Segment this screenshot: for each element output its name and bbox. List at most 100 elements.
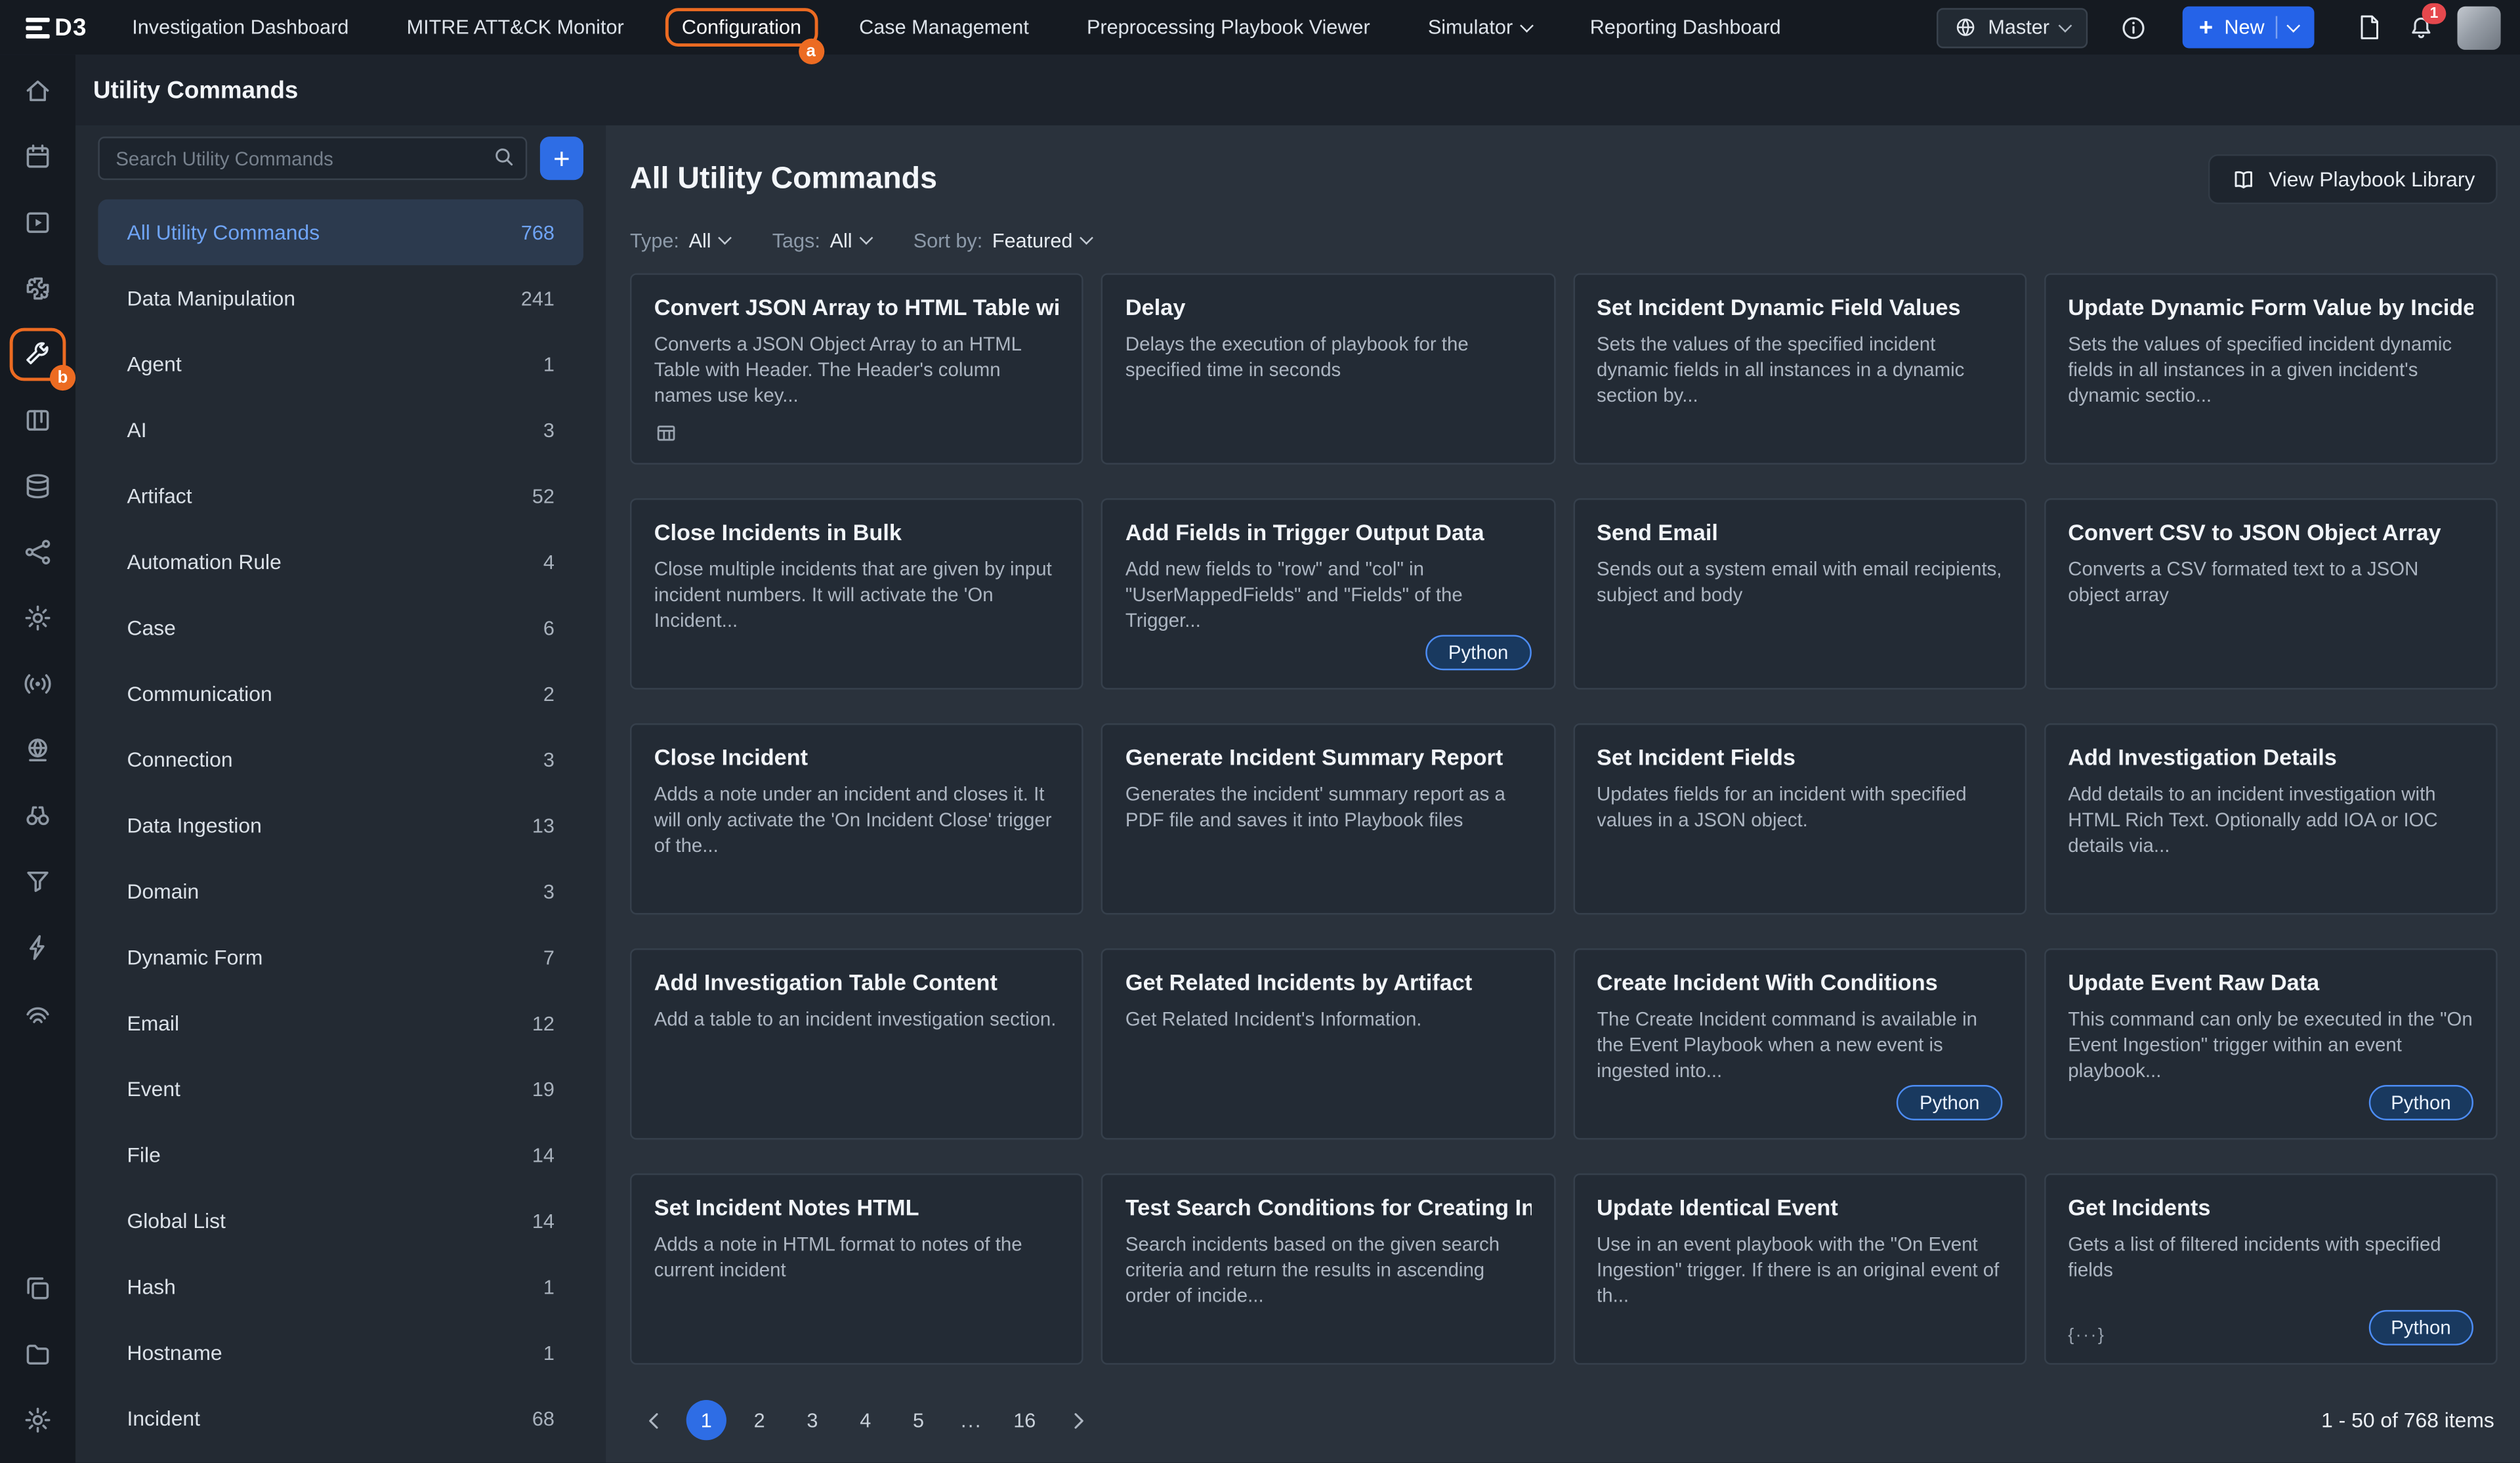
rail-item[interactable] [0,914,75,980]
content-column: Utility Commands + [75,54,2520,1462]
command-card[interactable]: Test Search Conditions for Creating Inci… [1101,1174,1555,1365]
d3-logo[interactable]: D3 [26,14,87,41]
sidebar-category[interactable]: Hostname 1 [98,1320,583,1386]
command-description: Gets a list of filtered incidents with s… [2068,1233,2473,1284]
prev-page-button[interactable] [633,1400,673,1440]
command-card[interactable]: Close Incident Adds a note under an inci… [630,723,1083,914]
sidebar-category[interactable]: AI 3 [98,397,583,463]
sidebar-category[interactable]: Artifact 52 [98,463,583,528]
sidebar-category[interactable]: File 14 [98,1122,583,1187]
rail-item[interactable] [0,651,75,717]
sidebar-category[interactable]: All Utility Commands 768 [98,200,583,265]
sidebar-category[interactable]: Dynamic Form 7 [98,924,583,990]
language-badge: Python [1897,1085,2002,1120]
rail-item[interactable] [0,717,75,782]
command-card[interactable]: Send Email Sends out a system email with… [1572,498,2026,689]
rail-item[interactable] [0,124,75,190]
nav-item[interactable]: Configuration a [653,0,830,54]
command-title: Close Incidents in Bulk [654,519,1060,545]
rail-item[interactable] [0,981,75,1046]
command-card[interactable]: Close Incidents in Bulk Close multiple i… [630,498,1083,689]
rail-item[interactable] [0,1321,75,1387]
avatar[interactable] [2457,6,2500,49]
rail-item[interactable] [0,58,75,123]
command-card[interactable]: Get Incidents Gets a list of filtered in… [2044,1174,2497,1365]
command-card[interactable]: Add Investigation Details Add details to… [2044,723,2497,914]
sidebar-category[interactable]: Connection 3 [98,727,583,792]
sidebar-category[interactable]: Event 19 [98,1056,583,1122]
command-card[interactable]: Update Dynamic Form Value by Incident...… [2044,273,2497,464]
rail-item[interactable] [0,585,75,650]
category-count: 68 [532,1407,555,1430]
add-command-button[interactable]: + [540,137,583,180]
copy-icon [22,1273,53,1304]
nav-item-label: Reporting Dashboard [1590,16,1781,38]
view-playbook-library-button[interactable]: View Playbook Library [2208,154,2498,204]
page-button[interactable]: 5 [898,1400,938,1440]
nav-item[interactable]: Case Management [830,0,1058,54]
command-card[interactable]: Set Incident Dynamic Field Values Sets t… [1572,273,2026,464]
sidebar-category[interactable]: Domain 3 [98,859,583,924]
rail-item[interactable] [0,255,75,321]
rail-item[interactable] [0,190,75,255]
sidebar-category[interactable]: Case 6 [98,595,583,660]
card-footer: Python [1597,1085,2002,1120]
rail-item[interactable] [0,519,75,585]
command-card[interactable]: Add Fields in Trigger Output Data Add ne… [1101,498,1555,689]
category-label: Hash [127,1275,175,1299]
nav-item[interactable]: Simulator [1399,0,1561,54]
nav-item[interactable]: MITRE ATT&CK Monitor [378,0,653,54]
nav-item[interactable]: Reporting Dashboard [1561,0,1810,54]
nav-item[interactable]: Investigation Dashboard [103,0,377,54]
sidebar-category[interactable]: Automation Rule 4 [98,529,583,595]
tags-filter[interactable]: Tags: All [772,229,872,251]
page-button[interactable]: 3 [792,1400,832,1440]
command-card[interactable]: Generate Incident Summary Report Generat… [1101,723,1555,914]
rail-item[interactable]: b [0,322,75,387]
sidebar-category[interactable]: Hash 1 [98,1254,583,1319]
sidebar-category[interactable]: Communication 2 [98,661,583,727]
command-card[interactable]: Convert JSON Array to HTML Table with...… [630,273,1083,464]
environment-selector[interactable]: Master [1937,7,2088,47]
main-header: All Utility Commands View Playbook Libra… [630,154,2498,204]
command-card[interactable]: Add Investigation Table Content Add a ta… [630,948,1083,1139]
icon-rail: b [0,54,75,1462]
rail-item[interactable] [0,1387,75,1452]
nav-item-label: Preprocessing Playbook Viewer [1087,16,1370,38]
rail-item[interactable] [0,783,75,849]
page-button[interactable]: 1 [686,1400,726,1440]
command-card[interactable]: Update Event Raw Data This command can o… [2044,948,2497,1139]
command-card[interactable]: Set Incident Notes HTML Adds a note in H… [630,1174,1083,1365]
command-card[interactable]: Delay Delays the execution of playbook f… [1101,273,1555,464]
sidebar-category[interactable]: Agent 1 [98,331,583,396]
command-card[interactable]: Get Related Incidents by Artifact Get Re… [1101,948,1555,1139]
new-button[interactable]: + New [2183,7,2314,49]
page-button[interactable]: 16 [1005,1400,1045,1440]
page-button[interactable]: 2 [740,1400,780,1440]
command-card[interactable]: Create Incident With Conditions The Crea… [1572,948,2026,1139]
logo-bars-icon [26,17,50,38]
info-button[interactable] [2120,14,2148,41]
next-page-button[interactable] [1057,1400,1097,1440]
sidebar-category[interactable]: Data Ingestion 13 [98,792,583,858]
search-input[interactable] [98,137,527,180]
rail-item[interactable] [0,387,75,453]
sidebar-category[interactable]: Global List 14 [98,1188,583,1254]
rail-item[interactable] [0,454,75,519]
sidebar-category[interactable]: Data Manipulation 241 [98,265,583,331]
category-count: 19 [532,1078,555,1100]
sidebar-category[interactable]: Incident 68 [98,1386,583,1451]
notifications-button[interactable]: 1 [2408,14,2435,41]
page-button[interactable]: 4 [845,1400,885,1440]
rail-item[interactable] [0,849,75,914]
command-card[interactable]: Update Identical Event Use in an event p… [1572,1174,2026,1365]
sidebar-category[interactable]: Email 12 [98,990,583,1056]
rail-item[interactable] [0,1256,75,1321]
sort-filter[interactable]: Sort by: Featured [914,229,1092,251]
command-card[interactable]: Convert CSV to JSON Object Array Convert… [2044,498,2497,689]
command-card[interactable]: Set Incident Fields Updates fields for a… [1572,723,2026,914]
page-button[interactable]: ... [952,1400,992,1440]
nav-item[interactable]: Preprocessing Playbook Viewer [1058,0,1399,54]
documents-button[interactable] [2356,13,2382,42]
type-filter[interactable]: Type: All [630,229,730,251]
